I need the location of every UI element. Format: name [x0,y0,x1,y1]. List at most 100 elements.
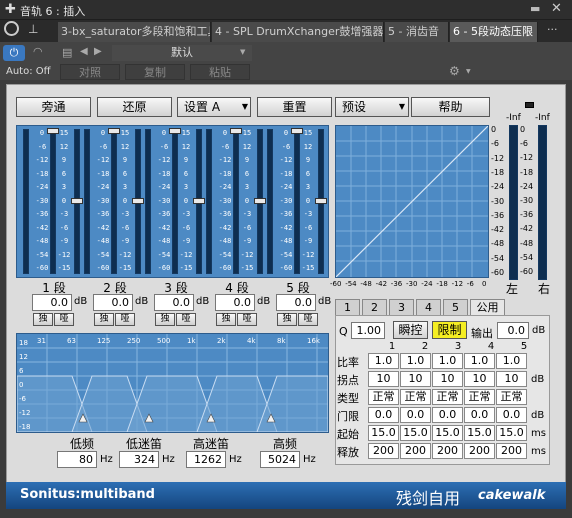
band-tab[interactable]: 公用 [470,299,505,315]
tab-saturator[interactable]: 3-bx_saturator多段和饱和工具 [58,22,211,42]
tab-deesser[interactable]: 5 - 消齿音 [385,22,449,42]
tab-multiband[interactable]: 6 - 5段动态压限 [450,22,538,42]
transient-button[interactable]: 瞬控 [393,321,428,339]
grid-cell[interactable]: 10 [496,371,527,387]
grid-cell[interactable]: 正常 [432,389,463,405]
grid-cell[interactable]: 15.0 [400,425,431,441]
copy-button[interactable]: 复制 [125,64,185,80]
band-mute-button[interactable]: 哑 [115,313,135,326]
reset-button[interactable]: 重置 [257,97,332,117]
more-tabs-icon[interactable]: ··· [547,23,558,36]
band-gain-value[interactable]: 0.0 [93,294,133,311]
band-solo-button[interactable]: 独 [155,313,175,326]
crossover-value[interactable]: 80 [57,451,97,468]
grid-cell[interactable]: 1.0 [496,353,527,369]
q-value[interactable]: 1.00 [351,322,385,339]
grid-cell[interactable]: 15.0 [496,425,527,441]
grid-cell[interactable]: 200 [496,443,527,459]
band-threshold-handle[interactable] [169,128,181,134]
gear-dropdown-icon[interactable]: ▼ [466,68,471,75]
grid-cell[interactable]: 0.0 [368,407,399,423]
grid-cell[interactable]: 200 [432,443,463,459]
band-gain-handle[interactable] [254,198,266,204]
band-threshold-handle[interactable] [230,128,242,134]
band-mute-button[interactable]: 哑 [237,313,257,326]
band-threshold-handle[interactable] [108,128,120,134]
preset-dropdown-icon[interactable]: ▼ [240,48,245,56]
routing-icon[interactable]: ⊥ [28,22,38,36]
band-solo-button[interactable]: 独 [94,313,114,326]
grid-cell[interactable]: 1.0 [368,353,399,369]
auto-status[interactable]: Auto: Off [6,66,51,77]
setup-dropdown[interactable]: 设置 A ▼ [177,97,251,117]
grid-cell[interactable]: 15.0 [432,425,463,441]
preset-name[interactable]: 默认 [112,45,252,61]
band-mute-button[interactable]: 哑 [54,313,74,326]
crossover-value[interactable]: 1262 [186,451,226,468]
grid-cell[interactable]: 10 [400,371,431,387]
band-tab[interactable]: 3 [389,299,414,315]
crossover-value[interactable]: 5024 [260,451,300,468]
grid-cell[interactable]: 200 [400,443,431,459]
limit-button[interactable]: 限制 [432,321,467,339]
compare-button[interactable]: 对照 [60,64,120,80]
grid-cell[interactable]: 正常 [464,389,495,405]
bypass-button[interactable]: 旁通 [16,97,91,117]
grid-cell[interactable]: 200 [464,443,495,459]
band-mute-button[interactable]: 哑 [298,313,318,326]
band-gain-handle[interactable] [315,198,327,204]
minimize-icon[interactable]: ▬ [530,2,540,15]
power-button[interactable]: ⏻ [3,45,25,61]
band-gain-handle[interactable] [193,198,205,204]
band-solo-button[interactable]: 独 [216,313,236,326]
grid-cell[interactable]: 0.0 [496,407,527,423]
grid-cell[interactable]: 0.0 [400,407,431,423]
grid-cell[interactable]: 1.0 [432,353,463,369]
gear-icon[interactable]: ⚙ [449,64,460,78]
output-value[interactable]: 0.0 [497,322,529,339]
preset-dropdown[interactable]: 预设 ▼ [335,97,409,117]
band-solo-button[interactable]: 独 [277,313,297,326]
band-threshold-handle[interactable] [291,128,303,134]
prev-preset-icon[interactable]: ◀ [80,46,88,57]
preset-file-icon[interactable]: ▤ [62,46,72,59]
band-gain-value[interactable]: 0.0 [276,294,316,311]
restore-button[interactable]: 还原 [97,97,172,117]
paste-button[interactable]: 粘贴 [190,64,250,80]
grid-cell[interactable]: 1.0 [464,353,495,369]
close-icon[interactable]: ✕ [551,1,562,16]
band-tab[interactable]: 1 [335,299,360,315]
band-threshold-handle[interactable] [47,128,59,134]
grid-cell[interactable]: 200 [368,443,399,459]
grid-cell[interactable]: 正常 [400,389,431,405]
tab-drumxchanger[interactable]: 4 - SPL DrumXchanger鼓增强器 [212,22,384,42]
band-tab[interactable]: 5 [443,299,468,315]
band-tab[interactable]: 2 [362,299,387,315]
band-gain-handle[interactable] [71,198,83,204]
band-gain-value[interactable]: 0.0 [32,294,72,311]
next-preset-icon[interactable]: ▶ [94,46,102,57]
grid-cell[interactable]: 0.0 [464,407,495,423]
help-button[interactable]: 帮助 [411,97,490,117]
grid-cell[interactable]: 正常 [496,389,527,405]
headphone-icon[interactable]: ◠ [33,45,43,58]
grid-cell[interactable]: 10 [464,371,495,387]
band-tab[interactable]: 4 [416,299,441,315]
band-solo-button[interactable]: 独 [33,313,53,326]
grid-cell[interactable]: 正常 [368,389,399,405]
band-gain-handle[interactable] [132,198,144,204]
grid-cell[interactable]: 0.0 [432,407,463,423]
clip-indicator[interactable] [525,102,534,108]
grid-cell[interactable]: 1.0 [400,353,431,369]
crossover-value[interactable]: 324 [119,451,159,468]
grid-cell[interactable]: 15.0 [464,425,495,441]
grid-cell[interactable]: 10 [368,371,399,387]
band-mute-button[interactable]: 哑 [176,313,196,326]
grid-cell[interactable]: 10 [432,371,463,387]
power-icon[interactable] [4,21,19,36]
band-gain-value[interactable]: 0.0 [154,294,194,311]
fader-gain-scale-label: 12 [120,142,130,151]
band-gain-value[interactable]: 0.0 [215,294,255,311]
add-icon[interactable]: ✚ [5,2,16,17]
grid-cell[interactable]: 15.0 [368,425,399,441]
